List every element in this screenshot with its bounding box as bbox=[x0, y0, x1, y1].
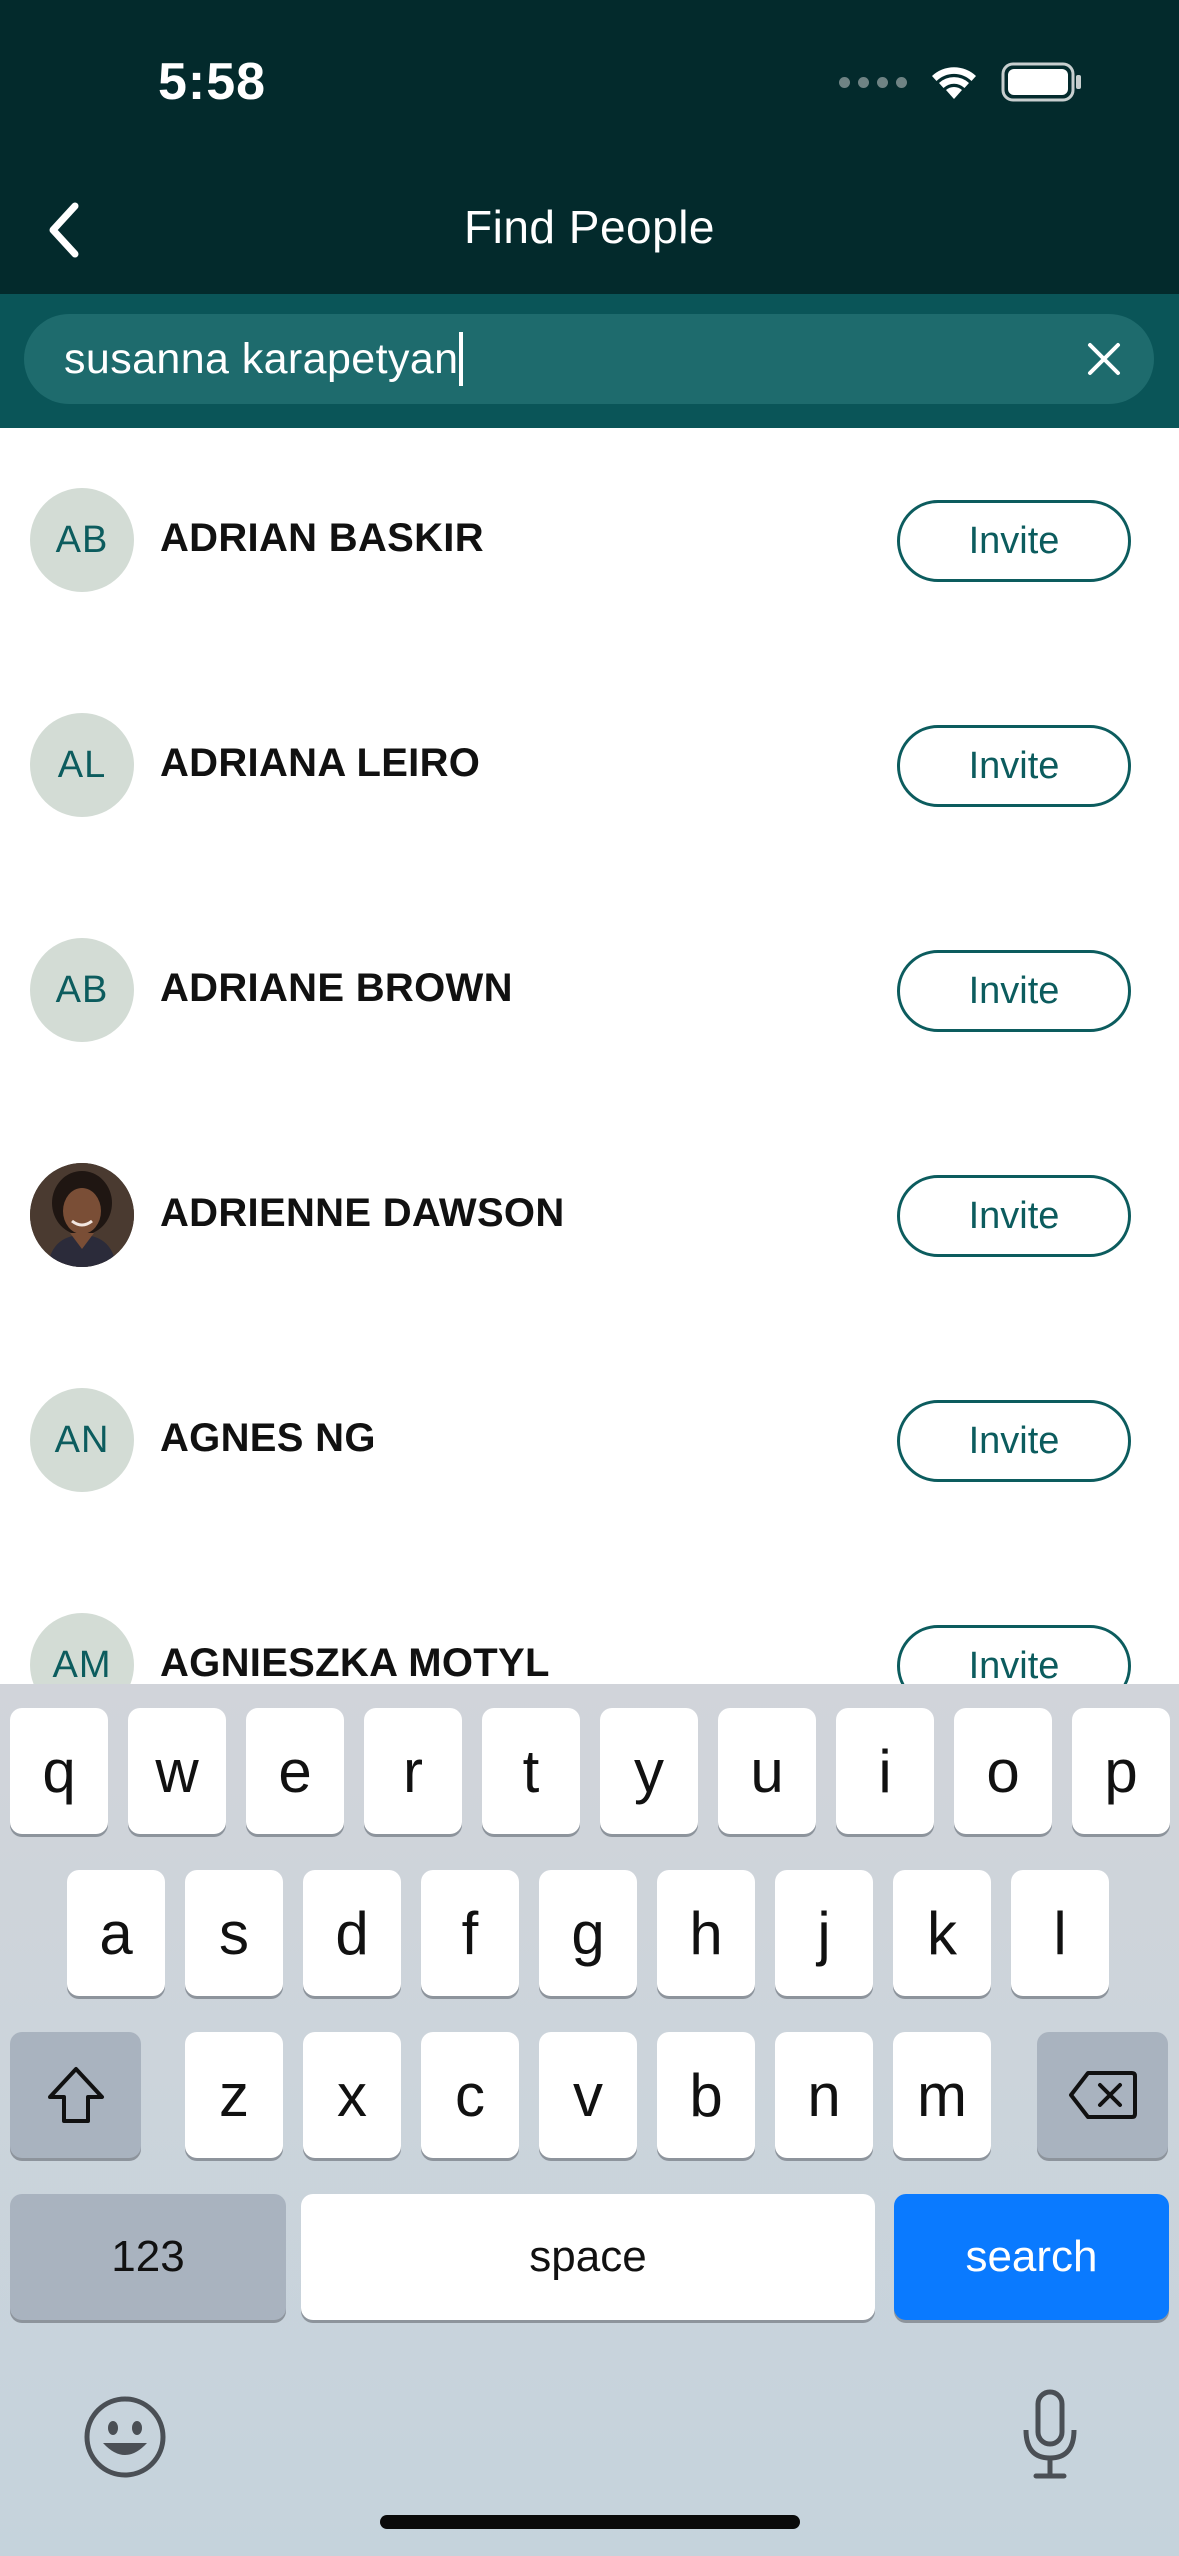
person-row[interactable]: AN AGNES NG Invite bbox=[0, 1328, 1179, 1553]
avatar: AN bbox=[30, 1388, 134, 1492]
space-key[interactable]: space bbox=[301, 2194, 875, 2320]
person-name: ADRIANE BROWN bbox=[160, 966, 513, 1010]
person-name: ADRIAN BASKIR bbox=[160, 516, 484, 560]
person-row[interactable]: AM AGNIESZKA MOTYL Invite bbox=[0, 1553, 1179, 1684]
key-h[interactable]: h bbox=[657, 1870, 755, 1996]
person-name: ADRIENNE DAWSON bbox=[160, 1191, 565, 1235]
invite-button[interactable]: Invite bbox=[897, 1400, 1131, 1482]
nav-bar: Find People bbox=[0, 180, 1179, 294]
search-input[interactable]: susanna karapetyan bbox=[64, 314, 1064, 404]
page-title: Find People bbox=[464, 201, 715, 253]
key-y[interactable]: y bbox=[600, 1708, 698, 1834]
close-icon bbox=[1088, 343, 1120, 375]
key-n[interactable]: n bbox=[775, 2032, 873, 2158]
home-indicator[interactable] bbox=[380, 2515, 800, 2529]
key-m[interactable]: m bbox=[893, 2032, 991, 2158]
key-d[interactable]: d bbox=[303, 1870, 401, 1996]
microphone-icon bbox=[1023, 2389, 1077, 2479]
key-j[interactable]: j bbox=[775, 1870, 873, 1996]
dictation-button[interactable] bbox=[1010, 2384, 1090, 2484]
key-o[interactable]: o bbox=[954, 1708, 1052, 1834]
search-bar: susanna karapetyan bbox=[0, 294, 1179, 428]
avatar: AM bbox=[30, 1613, 134, 1684]
key-v[interactable]: v bbox=[539, 2032, 637, 2158]
invite-button[interactable]: Invite bbox=[897, 1175, 1131, 1257]
key-f[interactable]: f bbox=[421, 1870, 519, 1996]
search-field[interactable]: susanna karapetyan bbox=[24, 314, 1154, 404]
status-icons bbox=[839, 62, 1083, 102]
key-l[interactable]: l bbox=[1011, 1870, 1109, 1996]
avatar: AB bbox=[30, 488, 134, 592]
key-z[interactable]: z bbox=[185, 2032, 283, 2158]
key-x[interactable]: x bbox=[303, 2032, 401, 2158]
search-key[interactable]: search bbox=[894, 2194, 1169, 2320]
invite-button[interactable]: Invite bbox=[897, 950, 1131, 1032]
person-row[interactable]: AB ADRIANE BROWN Invite bbox=[0, 878, 1179, 1103]
profile-photo-icon bbox=[30, 1163, 134, 1267]
numbers-key[interactable]: 123 bbox=[10, 2194, 286, 2320]
wifi-icon bbox=[932, 67, 976, 99]
key-g[interactable]: g bbox=[539, 1870, 637, 1996]
backspace-icon bbox=[1068, 2071, 1137, 2119]
person-row[interactable]: ADRIENNE DAWSON Invite bbox=[0, 1103, 1179, 1328]
person-name: ADRIANA LEIRO bbox=[160, 741, 481, 785]
key-r[interactable]: r bbox=[364, 1708, 462, 1834]
key-a[interactable]: a bbox=[67, 1870, 165, 1996]
key-b[interactable]: b bbox=[657, 2032, 755, 2158]
battery-icon bbox=[1001, 62, 1081, 102]
text-cursor bbox=[459, 332, 464, 386]
backspace-key[interactable] bbox=[1037, 2032, 1168, 2158]
key-k[interactable]: k bbox=[893, 1870, 991, 1996]
key-p[interactable]: p bbox=[1072, 1708, 1170, 1834]
person-name: AGNIESZKA MOTYL bbox=[160, 1641, 550, 1684]
keyboard: q w e r t y u i o p a s d f g h j k l z … bbox=[0, 1684, 1179, 2556]
clear-search-button[interactable] bbox=[1064, 319, 1144, 399]
avatar: AL bbox=[30, 713, 134, 817]
status-bar: 5:58 bbox=[0, 0, 1179, 180]
people-list[interactable]: AB ADRIAN BASKIR Invite AL ADRIANA LEIRO… bbox=[0, 428, 1179, 1684]
invite-button[interactable]: Invite bbox=[897, 725, 1131, 807]
person-row[interactable]: AB ADRIAN BASKIR Invite bbox=[0, 428, 1179, 653]
invite-button[interactable]: Invite bbox=[897, 500, 1131, 582]
person-name: AGNES NG bbox=[160, 1416, 376, 1460]
invite-button[interactable]: Invite bbox=[897, 1625, 1131, 1684]
emoji-icon bbox=[84, 2396, 166, 2478]
key-u[interactable]: u bbox=[718, 1708, 816, 1834]
avatar: AB bbox=[30, 938, 134, 1042]
key-e[interactable]: e bbox=[246, 1708, 344, 1834]
key-s[interactable]: s bbox=[185, 1870, 283, 1996]
person-row[interactable]: AL ADRIANA LEIRO Invite bbox=[0, 653, 1179, 878]
key-i[interactable]: i bbox=[836, 1708, 934, 1834]
cellular-signal-icon bbox=[839, 76, 907, 88]
emoji-button[interactable] bbox=[80, 2392, 170, 2482]
shift-key[interactable] bbox=[10, 2032, 141, 2158]
search-input-text: susanna karapetyan bbox=[64, 334, 459, 383]
key-t[interactable]: t bbox=[482, 1708, 580, 1834]
key-w[interactable]: w bbox=[128, 1708, 226, 1834]
status-time: 5:58 bbox=[158, 53, 267, 111]
shift-icon bbox=[47, 2067, 104, 2123]
key-q[interactable]: q bbox=[10, 1708, 108, 1834]
key-c[interactable]: c bbox=[421, 2032, 519, 2158]
avatar-photo bbox=[30, 1163, 134, 1267]
